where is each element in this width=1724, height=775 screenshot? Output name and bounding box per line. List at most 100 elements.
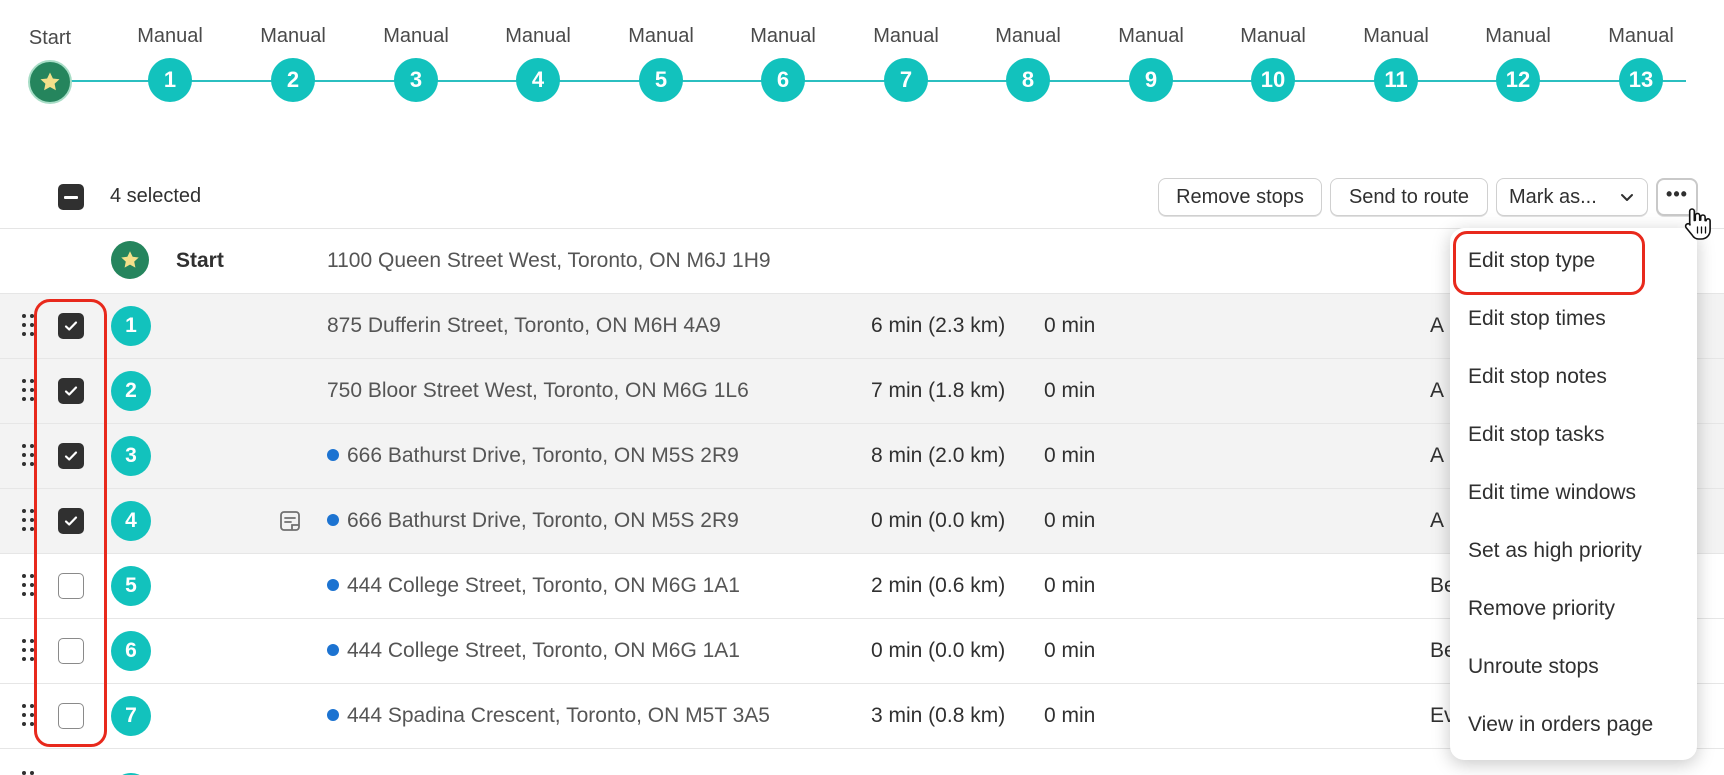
address-text: 666 Bathurst Drive, Toronto, ON M5S 2R9 bbox=[347, 444, 739, 467]
timeline-step-5[interactable]: Manual 5 bbox=[611, 22, 711, 102]
timeline-step-label: Manual bbox=[1608, 25, 1674, 47]
row-checkbox[interactable] bbox=[58, 378, 84, 404]
service-time: 0 min bbox=[1044, 379, 1096, 402]
stop-number-badge: 3 bbox=[111, 436, 151, 476]
drag-handle-icon[interactable] bbox=[22, 444, 36, 468]
status-dot-icon bbox=[327, 514, 339, 526]
checkmark-icon bbox=[64, 386, 78, 396]
row-checkbox[interactable] bbox=[58, 443, 84, 469]
address-text: 444 College Street, Toronto, ON M6G 1A1 bbox=[347, 639, 740, 662]
timeline-step-number: 5 bbox=[639, 58, 683, 102]
stop-number-badge: 5 bbox=[111, 566, 151, 606]
mark-as-label: Mark as... bbox=[1509, 186, 1597, 208]
timeline-step-11[interactable]: Manual 11 bbox=[1346, 22, 1446, 102]
timeline-step-label: Manual bbox=[1118, 25, 1184, 47]
timeline-step-8[interactable]: Manual 8 bbox=[978, 22, 1078, 102]
timeline-step-3[interactable]: Manual 3 bbox=[366, 22, 466, 102]
row-checkbox[interactable] bbox=[58, 573, 84, 599]
timeline-step-4[interactable]: Manual 4 bbox=[488, 22, 588, 102]
checkmark-icon bbox=[64, 451, 78, 461]
menu-item-view-in-orders-page[interactable]: View in orders page bbox=[1468, 710, 1653, 740]
start-label: Start bbox=[176, 249, 224, 272]
start-star-icon bbox=[111, 241, 149, 279]
drag-handle-icon[interactable] bbox=[22, 314, 36, 338]
travel-time: 7 min (1.8 km) bbox=[871, 379, 1006, 402]
status-dot-icon bbox=[327, 644, 339, 656]
more-actions-menu: Edit stop type Edit stop times Edit stop… bbox=[1450, 228, 1697, 760]
timeline-step-label: Manual bbox=[995, 25, 1061, 47]
drag-handle-icon[interactable] bbox=[22, 509, 36, 533]
ellipsis-icon: ••• bbox=[1666, 184, 1688, 204]
travel-time: 6 min (2.3 km) bbox=[871, 314, 1006, 337]
timeline-start[interactable]: Start bbox=[0, 22, 100, 104]
timeline-step-9[interactable]: Manual 9 bbox=[1101, 22, 1201, 102]
indeterminate-dash-icon bbox=[64, 195, 78, 199]
drag-handle-icon[interactable] bbox=[22, 379, 36, 403]
travel-time: 3 min (0.8 km) bbox=[871, 704, 1006, 727]
menu-item-edit-stop-tasks[interactable]: Edit stop tasks bbox=[1468, 420, 1605, 450]
timeline-step-number: 12 bbox=[1496, 58, 1540, 102]
service-time: 0 min bbox=[1044, 314, 1096, 337]
status-dot-icon bbox=[327, 579, 339, 591]
row-checkbox[interactable] bbox=[58, 638, 84, 664]
status-dot-icon bbox=[327, 449, 339, 461]
menu-item-edit-time-windows[interactable]: Edit time windows bbox=[1468, 478, 1636, 508]
timeline-step-number: 11 bbox=[1374, 58, 1418, 102]
timeline-step-number: 8 bbox=[1006, 58, 1050, 102]
menu-item-unroute-stops[interactable]: Unroute stops bbox=[1468, 652, 1599, 682]
stop-address: 875 Dufferin Street, Toronto, ON M6H 4A9 bbox=[327, 314, 721, 338]
timeline-step-number: 3 bbox=[394, 58, 438, 102]
stop-number-badge: 4 bbox=[111, 501, 151, 541]
timeline-step-label: Manual bbox=[873, 25, 939, 47]
menu-item-edit-stop-times[interactable]: Edit stop times bbox=[1468, 304, 1606, 334]
travel-time: 0 min (0.0 km) bbox=[871, 509, 1006, 532]
row-checkbox[interactable] bbox=[58, 703, 84, 729]
menu-item-edit-stop-notes[interactable]: Edit stop notes bbox=[1468, 362, 1607, 392]
time-window-cell: A bbox=[1430, 444, 1445, 467]
timeline-step-label: Manual bbox=[1240, 25, 1306, 47]
table-row-partial bbox=[0, 765, 1724, 775]
row-checkbox[interactable] bbox=[58, 313, 84, 339]
select-all-checkbox[interactable] bbox=[58, 184, 84, 210]
timeline-step-13[interactable]: Manual 13 bbox=[1591, 22, 1691, 102]
timeline-step-6[interactable]: Manual 6 bbox=[733, 22, 833, 102]
service-time: 0 min bbox=[1044, 574, 1096, 597]
timeline-step-label: Manual bbox=[260, 25, 326, 47]
drag-handle-icon[interactable] bbox=[22, 704, 36, 728]
stop-address: 444 College Street, Toronto, ON M6G 1A1 bbox=[327, 574, 740, 598]
note-icon[interactable] bbox=[278, 509, 302, 538]
service-time: 0 min bbox=[1044, 639, 1096, 662]
timeline-step-number: 2 bbox=[271, 58, 315, 102]
menu-item-edit-stop-type[interactable]: Edit stop type bbox=[1468, 246, 1595, 276]
time-window-cell: A bbox=[1430, 379, 1445, 402]
timeline-step-number: 6 bbox=[761, 58, 805, 102]
mark-as-dropdown[interactable]: Mark as... bbox=[1496, 178, 1648, 216]
address-text: 444 College Street, Toronto, ON M6G 1A1 bbox=[347, 574, 740, 597]
timeline-step-number: 13 bbox=[1619, 58, 1663, 102]
row-checkbox[interactable] bbox=[58, 508, 84, 534]
timeline-step-label: Manual bbox=[137, 25, 203, 47]
timeline-step-12[interactable]: Manual 12 bbox=[1468, 22, 1568, 102]
address-text: 875 Dufferin Street, Toronto, ON M6H 4A9 bbox=[327, 314, 721, 337]
timeline-step-7[interactable]: Manual 7 bbox=[856, 22, 956, 102]
remove-stops-button[interactable]: Remove stops bbox=[1158, 178, 1322, 216]
service-time: 0 min bbox=[1044, 509, 1096, 532]
stop-address: 444 Spadina Crescent, Toronto, ON M5T 3A… bbox=[327, 704, 770, 728]
timeline-step-number: 9 bbox=[1129, 58, 1173, 102]
timeline-step-1[interactable]: Manual 1 bbox=[120, 22, 220, 102]
stop-number-badge: 1 bbox=[111, 306, 151, 346]
send-to-route-button[interactable]: Send to route bbox=[1330, 178, 1488, 216]
address-text: 1100 Queen Street West, Toronto, ON M6J … bbox=[327, 249, 771, 272]
timeline-step-number: 10 bbox=[1251, 58, 1295, 102]
service-time: 0 min bbox=[1044, 444, 1096, 467]
menu-item-remove-priority[interactable]: Remove priority bbox=[1468, 594, 1615, 624]
timeline-step-10[interactable]: Manual 10 bbox=[1223, 22, 1323, 102]
travel-time: 0 min (0.0 km) bbox=[871, 639, 1006, 662]
drag-handle-icon[interactable] bbox=[22, 574, 36, 598]
travel-time: 2 min (0.6 km) bbox=[871, 574, 1006, 597]
time-window-cell: A bbox=[1430, 314, 1445, 337]
drag-handle-icon bbox=[22, 771, 36, 775]
menu-item-set-high-priority[interactable]: Set as high priority bbox=[1468, 536, 1642, 566]
timeline-step-2[interactable]: Manual 2 bbox=[243, 22, 343, 102]
drag-handle-icon[interactable] bbox=[22, 639, 36, 663]
